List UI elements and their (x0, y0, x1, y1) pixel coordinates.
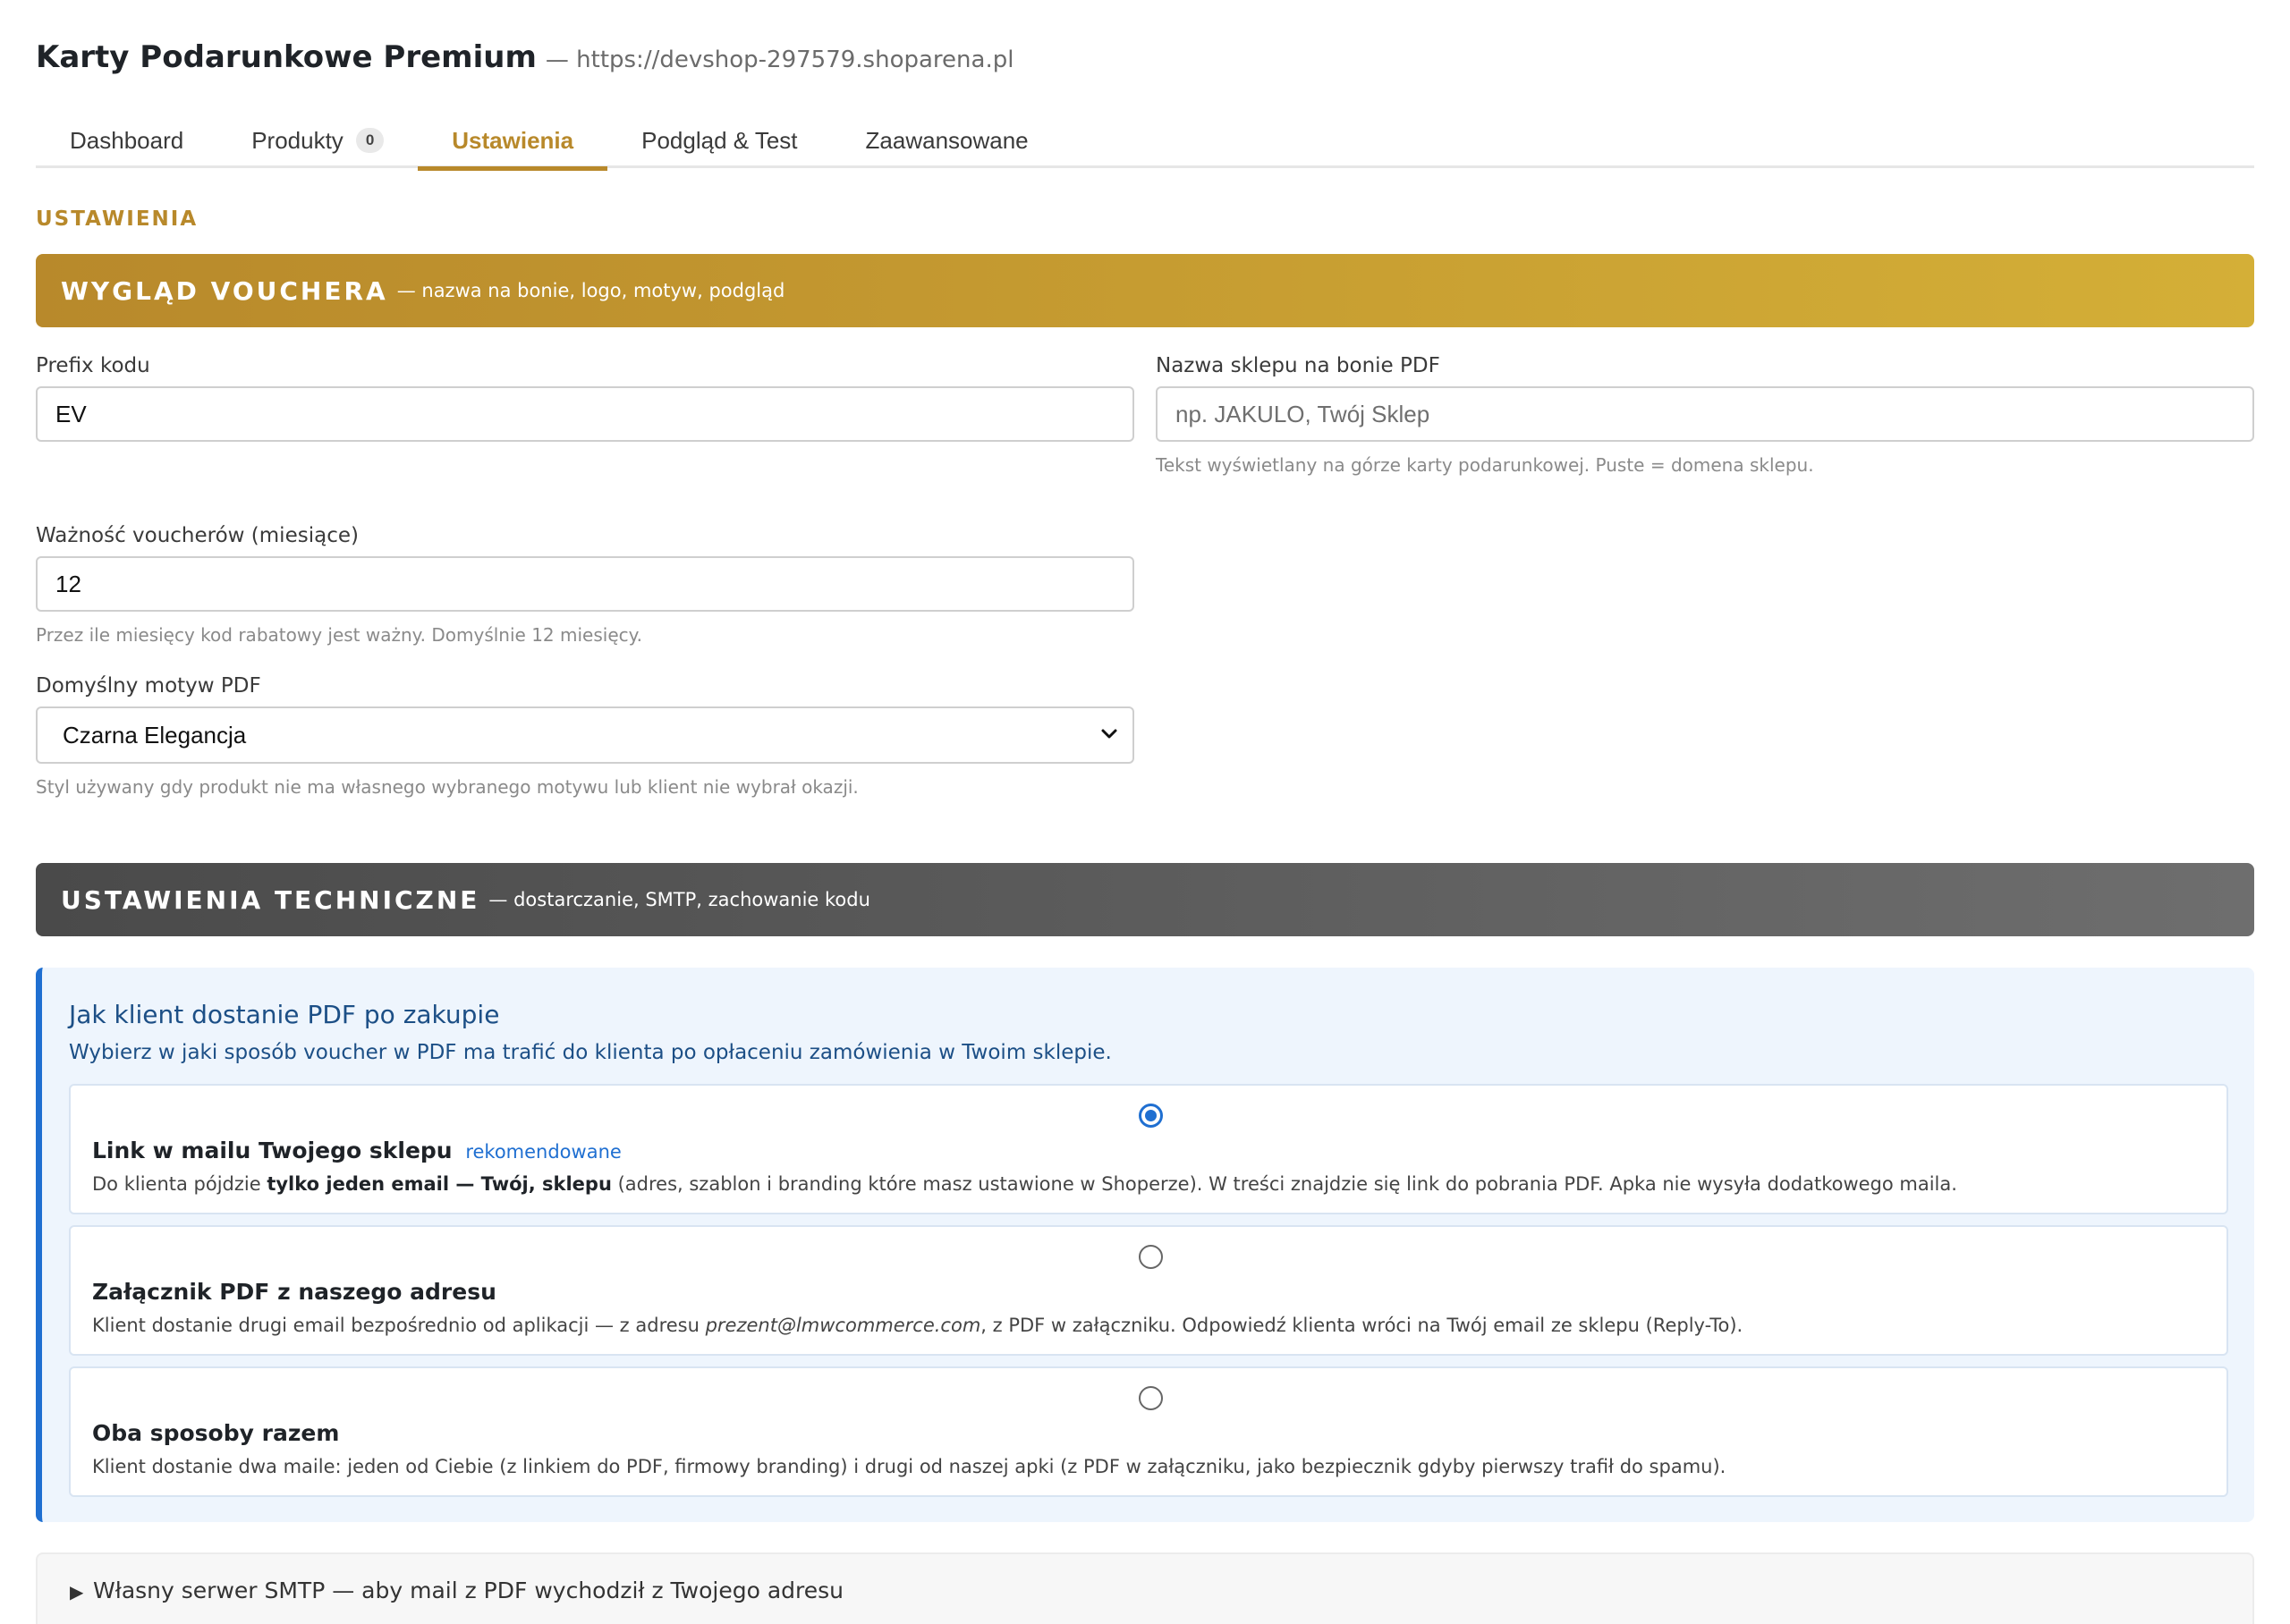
desc-text: , z PDF w załączniku. Odpowiedź klienta … (980, 1315, 1743, 1336)
shop-url: — https://devshop-297579.shoparena.pl (545, 47, 1014, 73)
tab-bar: Dashboard Produkty 0 Ustawienia Podgląd &… (36, 107, 2254, 171)
chevron-down-icon (1101, 729, 1117, 739)
tab-label: Podgląd & Test (641, 127, 798, 154)
tab-podglad-test[interactable]: Podgląd & Test (607, 107, 831, 168)
tab-label: Zaawansowane (865, 127, 1029, 154)
delivery-title: Jak klient dostanie PDF po zakupie (69, 1000, 500, 1029)
desc-text: (adres, szablon i branding które masz us… (611, 1173, 1957, 1195)
validity-input[interactable] (36, 556, 1134, 612)
prefix-input[interactable] (36, 386, 1134, 442)
banner-title: WYGLĄD VOUCHERA (61, 275, 388, 306)
theme-selected-value: Czarna Elegancja (63, 721, 247, 749)
option-title: Oba sposoby razem (92, 1420, 340, 1446)
theme-select[interactable]: Czarna Elegancja (36, 706, 1134, 764)
delivery-option-pdf-attachment[interactable]: Załącznik PDF z naszego adresu Klient do… (69, 1225, 2228, 1356)
delivery-option-both[interactable]: Oba sposoby razem Klient dostanie dwa ma… (69, 1366, 2228, 1497)
validity-label: Ważność voucherów (miesiące) (36, 524, 359, 547)
tab-dashboard[interactable]: Dashboard (36, 107, 217, 168)
radio-button[interactable] (1139, 1386, 1163, 1410)
tab-zaawansowane[interactable]: Zaawansowane (832, 107, 1063, 168)
banner-subtitle: — nazwa na bonie, logo, motyw, podgląd (396, 280, 785, 301)
section-heading: USTAWIENIA (36, 207, 199, 231)
caret-right-icon: ▶ (70, 1581, 84, 1603)
smtp-label: Własny serwer SMTP — aby mail z PDF wych… (93, 1577, 844, 1603)
tab-label: Dashboard (70, 127, 184, 154)
theme-help: Styl używany gdy produkt nie ma własnego… (36, 776, 859, 798)
shop-name-input[interactable] (1156, 386, 2254, 442)
delivery-subtitle: Wybierz w jaki sposób voucher w PDF ma t… (69, 1041, 1112, 1064)
tab-ustawienia[interactable]: Ustawienia (418, 107, 607, 171)
tab-produkty[interactable]: Produkty 0 (217, 107, 418, 168)
theme-label: Domyślny motyw PDF (36, 674, 261, 698)
page-header: Karty Podarunkowe Premium — https://devs… (36, 39, 1014, 75)
recommended-tag: rekomendowane (465, 1141, 622, 1163)
shop-name-label: Nazwa sklepu na bonie PDF (1156, 354, 1440, 377)
option-title: Załącznik PDF z naszego adresu (92, 1279, 496, 1305)
delivery-option-shop-link[interactable]: Link w mailu Twojego sklepu rekomendowan… (69, 1084, 2228, 1214)
desc-text: Do klienta pójdzie (92, 1173, 267, 1195)
app-title: Karty Podarunkowe Premium (36, 39, 537, 75)
desc-bold: tylko jeden email — Twój, sklepu (267, 1173, 612, 1195)
option-title-text: Link w mailu Twojego sklepu (92, 1138, 453, 1163)
option-title: Link w mailu Twojego sklepu rekomendowan… (92, 1138, 622, 1163)
option-description: Klient dostanie dwa maile: jeden od Cieb… (92, 1456, 1726, 1477)
sender-email: prezent@lmwcommerce.com (705, 1315, 981, 1336)
option-description: Klient dostanie drugi email bezpośrednio… (92, 1315, 1743, 1336)
tab-label: Produkty (251, 127, 344, 154)
shop-name-help: Tekst wyświetlany na górze karty podarun… (1156, 454, 1814, 476)
tab-label: Ustawienia (452, 127, 574, 154)
radio-button[interactable] (1139, 1245, 1163, 1269)
desc-text: Klient dostanie drugi email bezpośrednio… (92, 1315, 706, 1336)
count-badge: 0 (355, 128, 385, 153)
banner-title: USTAWIENIA TECHNICZNE (61, 884, 480, 915)
voucher-appearance-banner: WYGLĄD VOUCHERA — nazwa na bonie, logo, … (36, 254, 2254, 327)
radio-button[interactable] (1139, 1104, 1163, 1128)
banner-subtitle: — dostarczanie, SMTP, zachowanie kodu (488, 889, 870, 910)
validity-help: Przez ile miesięcy kod rabatowy jest waż… (36, 624, 642, 646)
technical-settings-banner: USTAWIENIA TECHNICZNE — dostarczanie, SM… (36, 863, 2254, 936)
smtp-settings-toggle[interactable]: ▶ Własny serwer SMTP — aby mail z PDF wy… (36, 1552, 2254, 1624)
option-description: Do klienta pójdzie tylko jeden email — T… (92, 1173, 1957, 1195)
delivery-method-panel: Jak klient dostanie PDF po zakupie Wybie… (36, 968, 2254, 1522)
prefix-label: Prefix kodu (36, 354, 150, 377)
